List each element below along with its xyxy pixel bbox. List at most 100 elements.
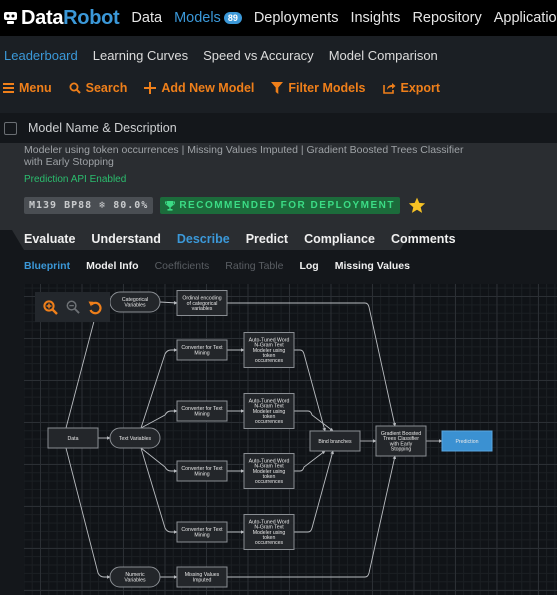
edge-ngram1-to-bind [294,349,326,432]
node-label: occurrences [255,358,284,364]
blueprint-id: BP88 [64,200,93,211]
reset-view-icon[interactable] [88,300,102,315]
node-ngram4[interactable]: Auto-Tuned WordN-Gram TextModeler usingt… [243,514,295,550]
models-subheader: Leaderboard Learning Curves Speed vs Acc… [0,36,557,113]
nav-insights[interactable]: Insights [350,10,400,26]
tab-understand[interactable]: Understand [91,232,160,246]
nav-applications[interactable]: Applications [494,10,557,26]
node-label: Text Variables [119,436,152,442]
node-ngram1[interactable]: Auto-Tuned WordN-Gram TextModeler usingt… [243,332,295,368]
snowflake-icon: ❄ [99,200,107,211]
subtab-missing-values[interactable]: Missing Values [335,260,410,272]
node-ngram2[interactable]: Auto-Tuned WordN-Gram TextModeler usingt… [243,393,295,429]
node-label: Imputed [193,577,212,583]
node-label: Data [68,436,79,442]
subtab-learning-curves[interactable]: Learning Curves [93,48,188,63]
zoom-controls [35,292,110,322]
node-ngram3[interactable]: Auto-Tuned WordN-Gram TextModeler usingt… [243,453,295,489]
node-label: occurrences [255,540,284,546]
filter-models-button[interactable]: Filter Models [271,81,366,95]
tab-comments[interactable]: Comments [391,232,456,246]
nav-data[interactable]: Data [131,10,162,26]
model-id: M139 [29,200,58,211]
datarobot-logo[interactable]: DataRobot [3,7,120,30]
top-navigation: DataRobot Data Models 89 Deployments Insi… [0,0,557,36]
zoom-in-icon[interactable] [43,299,58,315]
describe-subtabs: Blueprint Model Info Coefficients Rating… [24,260,426,272]
blueprint-canvas[interactable]: Data Categorical Variables Text Variables Nu… [24,284,557,595]
prediction-api-status: Prediction API Enabled [24,174,127,185]
model-list-header: Model Name & Description [0,113,557,143]
blueprint-diagram: Data CategoricalVariables Text Variables Nu… [47,290,493,588]
model-tabs: Evaluate Understand Describe Predict Com… [24,232,472,246]
recommended-badge: RECOMMENDED FOR DEPLOYMENT [160,197,400,214]
edge-data-to-numeric [65,447,111,579]
add-new-model-button[interactable]: Add New Model [144,81,254,95]
nav-repository[interactable]: Repository [412,10,481,26]
node-ordinal[interactable]: Ordinal encodingof categoricalvariables [176,290,228,316]
search-button[interactable]: Search [69,81,127,95]
model-tags: M139 BP88 ❄ 80.0% RECOMMENDED FOR DEPLOY… [24,197,426,214]
models-subtabs: Leaderboard Learning Curves Speed vs Acc… [4,48,453,63]
filter-icon [271,82,284,94]
subtab-log[interactable]: Log [299,260,318,272]
node-label: Prediction [455,439,478,445]
node-label: variables [192,306,213,312]
node-label: Mining [194,350,209,356]
edge-ngram4-to-bind [294,450,334,533]
subtab-model-comparison[interactable]: Model Comparison [329,48,438,63]
node-prediction[interactable]: Prediction [441,430,493,452]
edge-text-to-conv4 [140,447,178,534]
tab-predict[interactable]: Predict [246,232,288,246]
node-conv3[interactable]: Converter for TextMining [176,460,228,482]
subtab-speed-vs-accuracy[interactable]: Speed vs Accuracy [203,48,314,63]
nav-models[interactable]: Models 89 [174,10,242,26]
edge-categorical-to-ordinal [159,301,178,305]
leaderboard-toolbar: Menu Search Add New Model Filter Models … [3,81,457,95]
node-conv1[interactable]: Converter for TextMining [176,339,228,361]
node-label: occurrences [255,419,284,425]
models-count-badge: 89 [223,12,242,24]
export-button[interactable]: Export [382,81,440,95]
subtab-coefficients: Coefficients [154,260,210,272]
node-data[interactable]: Data [47,427,99,449]
edge-text-to-conv2 [140,409,178,429]
model-description[interactable]: Modeler using token occurrences | Missin… [24,144,484,168]
node-label: Mining [194,411,209,417]
node-label: Bind branches [318,439,352,445]
edge-text-to-conv1 [140,348,178,429]
node-gbt[interactable]: Gradient BoostedTrees Classifierwith Ear… [375,425,427,457]
node-conv4[interactable]: Converter for TextMining [176,521,228,543]
search-icon [69,82,81,94]
select-all-checkbox[interactable] [4,121,17,135]
node-numeric[interactable]: NumericVariables [109,566,161,588]
node-label: Variables [124,302,146,308]
subtab-leaderboard[interactable]: Leaderboard [4,48,78,63]
tab-compliance[interactable]: Compliance [304,232,375,246]
node-label: Mining [194,532,209,538]
node-text[interactable]: Text Variables [109,427,161,449]
edge-ngram3-to-bind [294,450,326,472]
node-conv2[interactable]: Converter for TextMining [176,400,228,422]
node-bind[interactable]: Bind branches [309,430,361,452]
export-icon [382,82,396,94]
node-categorical[interactable]: CategoricalVariables [109,291,161,313]
menu-button[interactable]: Menu [3,81,52,95]
node-missing[interactable]: Missing ValuesImputed [176,566,228,588]
star-icon[interactable] [408,197,426,214]
subtab-blueprint[interactable]: Blueprint [24,260,70,272]
zoom-out-icon[interactable] [66,300,80,314]
sample-percent: 80.0% [113,200,149,211]
edge-ngram2-to-bind [294,410,334,432]
model-name-column-header[interactable]: Model Name & Description [28,121,177,135]
robot-logo-icon [3,11,18,25]
node-label: Variables [124,577,146,583]
tab-evaluate[interactable]: Evaluate [24,232,75,246]
node-label: occurrences [255,479,284,485]
hamburger-icon [3,83,14,93]
subtab-rating-table: Rating Table [225,260,284,272]
nav-deployments[interactable]: Deployments [254,10,339,26]
tab-describe[interactable]: Describe [177,232,230,246]
subtab-model-info[interactable]: Model Info [86,260,139,272]
node-label: Stopping [391,447,412,453]
